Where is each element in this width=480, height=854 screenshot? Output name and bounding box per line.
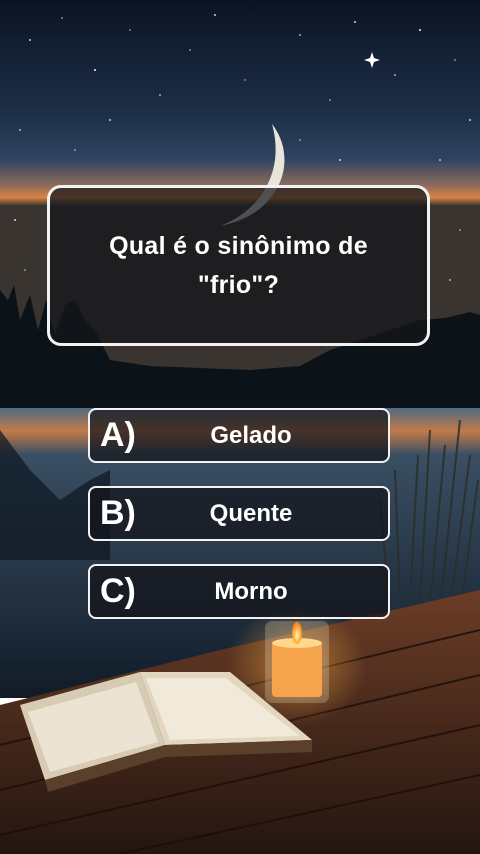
option-a-label: Gelado: [210, 421, 292, 449]
option-b-button[interactable]: B) Quente: [88, 486, 390, 541]
question-text: Qual é o sinônimo de "frio"?: [109, 231, 368, 299]
option-b-letter: B): [100, 494, 136, 532]
candle-icon: [265, 621, 329, 703]
option-c-button[interactable]: C) Morno: [88, 564, 390, 619]
option-c-label: Morno: [214, 577, 288, 605]
option-a-button[interactable]: A) Gelado: [88, 408, 390, 463]
question-card: Qual é o sinônimo de "frio"?: [47, 185, 430, 346]
option-a-letter: A): [100, 416, 136, 454]
option-c-letter: C): [100, 572, 136, 610]
option-b-label: Quente: [209, 499, 293, 527]
